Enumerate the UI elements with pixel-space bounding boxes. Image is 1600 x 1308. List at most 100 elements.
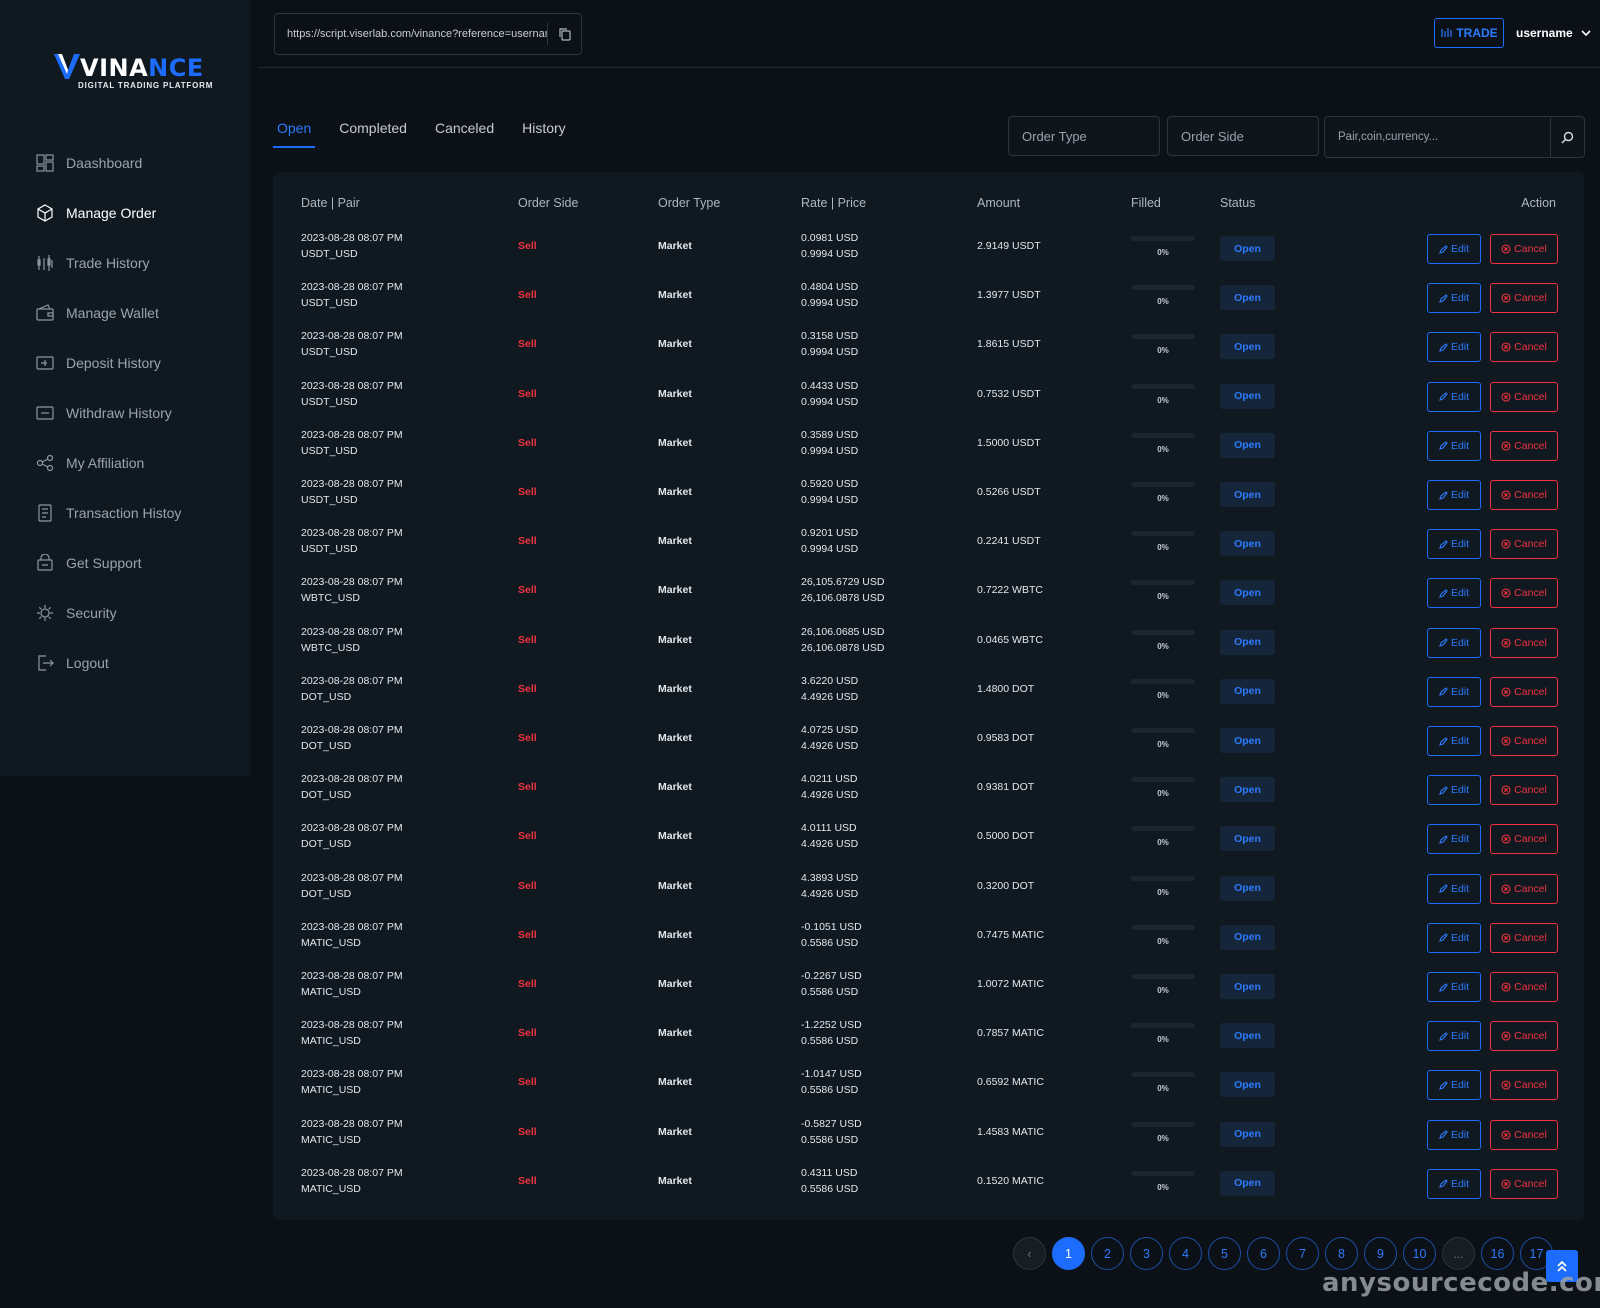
brand-logo[interactable]: VINANCE DIGITAL TRADING PLATFORM	[54, 52, 213, 90]
order-pair: WBTC_USD	[301, 641, 360, 654]
pagination-page-8[interactable]: 8	[1325, 1237, 1358, 1270]
pagination-page-6[interactable]: 6	[1247, 1237, 1280, 1270]
edit-button[interactable]: Edit	[1427, 430, 1481, 461]
cancel-button[interactable]: Cancel	[1490, 627, 1558, 658]
edit-button[interactable]: Edit	[1427, 578, 1481, 609]
sidebar-item-manage-wallet[interactable]: Manage Wallet	[0, 288, 250, 338]
order-price: 0.9994 USD	[801, 494, 859, 506]
pagination-page-3[interactable]: 3	[1130, 1237, 1163, 1270]
table-row: 2023-08-28 08:07 PM USDT_USD Sell Market 0.4…	[273, 273, 1584, 322]
cancel-button[interactable]: Cancel	[1490, 676, 1558, 707]
edit-button[interactable]: Edit	[1427, 873, 1481, 904]
edit-button[interactable]: Edit	[1427, 332, 1481, 363]
cancel-button[interactable]: Cancel	[1490, 922, 1558, 953]
sidebar-item-my-affiliation[interactable]: My Affiliation	[0, 438, 250, 488]
copy-button[interactable]	[547, 23, 581, 45]
edit-button[interactable]: Edit	[1427, 1168, 1481, 1199]
edit-label: Edit	[1450, 1177, 1470, 1190]
cancel-button[interactable]: Cancel	[1490, 283, 1558, 314]
date-pair-cell: 2023-08-28 08:07 PM DOT_USD	[301, 673, 403, 705]
user-menu[interactable]: username	[1516, 26, 1591, 40]
pagination-page-7[interactable]: 7	[1286, 1237, 1319, 1270]
filled-percent: 0%	[1157, 690, 1169, 700]
cancel-button[interactable]: Cancel	[1490, 1168, 1558, 1199]
order-date: 2023-08-28 08:07 PM	[301, 920, 403, 933]
edit-button[interactable]: Edit	[1427, 922, 1481, 953]
pagination-page-9[interactable]: 9	[1364, 1237, 1397, 1270]
sidebar-item-deposit-history[interactable]: Deposit History	[0, 338, 250, 388]
sidebar-item-trade-history[interactable]: Trade History	[0, 238, 250, 288]
cancel-button[interactable]: Cancel	[1490, 873, 1558, 904]
tab-completed[interactable]: Completed	[335, 112, 411, 148]
sidebar-item-security[interactable]: Security	[0, 588, 250, 638]
pair-search-input[interactable]	[1325, 117, 1550, 157]
edit-button[interactable]: Edit	[1427, 676, 1481, 707]
cancel-button[interactable]: Cancel	[1490, 1070, 1558, 1101]
table-row: 2023-08-28 08:07 PM USDT_USD Sell Market 0.3…	[273, 322, 1584, 371]
order-amount: 0.7222 WBTC	[977, 584, 1043, 597]
order-price: 0.5586 USD	[801, 936, 859, 949]
tab-canceled[interactable]: Canceled	[431, 112, 498, 148]
edit-button[interactable]: Edit	[1427, 775, 1481, 806]
cancel-button[interactable]: Cancel	[1490, 726, 1558, 756]
sidebar-item-get-support[interactable]: Get Support	[0, 538, 250, 588]
cancel-button[interactable]: Cancel	[1490, 332, 1558, 363]
cancel-label: Cancel	[1514, 882, 1547, 895]
filled-percent: 0%	[1157, 592, 1169, 602]
progress-bar	[1131, 1121, 1195, 1127]
order-type: Market	[658, 584, 692, 597]
cancel-button[interactable]: Cancel	[1490, 480, 1558, 510]
edit-button[interactable]: Edit	[1427, 480, 1481, 510]
cancel-button[interactable]: Cancel	[1490, 529, 1558, 560]
edit-button[interactable]: Edit	[1427, 824, 1481, 855]
cancel-button[interactable]: Cancel	[1490, 824, 1558, 855]
edit-button[interactable]: Edit	[1427, 283, 1481, 314]
sidebar-item-logout[interactable]: Logout	[0, 638, 250, 688]
cancel-button[interactable]: Cancel	[1490, 1119, 1558, 1150]
pagination-prev-button[interactable]: ‹	[1013, 1237, 1046, 1270]
status-badge: Open	[1220, 432, 1275, 458]
pagination-page-2[interactable]: 2	[1091, 1237, 1124, 1270]
order-side: Sell	[518, 240, 537, 252]
pagination-page-16[interactable]: 16	[1481, 1237, 1514, 1270]
sidebar-item-manage-order[interactable]: Manage Order	[0, 188, 250, 238]
tab-open[interactable]: Open	[273, 112, 316, 148]
edit-button[interactable]: Edit	[1427, 1119, 1481, 1150]
referral-url-input[interactable]	[275, 14, 547, 54]
pagination-page-4[interactable]: 4	[1169, 1237, 1202, 1270]
rate-price-cell: -1.2252 USD 0.5586 USD	[801, 1017, 862, 1049]
order-rate: -0.5827 USD	[801, 1117, 862, 1130]
edit-button[interactable]: Edit	[1427, 726, 1481, 756]
cancel-button[interactable]: Cancel	[1490, 1021, 1558, 1052]
tab-history[interactable]: History	[518, 112, 570, 148]
cancel-button[interactable]: Cancel	[1490, 234, 1558, 264]
cancel-button[interactable]: Cancel	[1490, 775, 1558, 806]
cancel-button[interactable]: Cancel	[1490, 430, 1558, 461]
edit-button[interactable]: Edit	[1427, 381, 1481, 412]
edit-button[interactable]: Edit	[1427, 1070, 1481, 1101]
copy-icon	[558, 28, 571, 41]
pair-search-button[interactable]	[1550, 117, 1584, 157]
cancel-button[interactable]: Cancel	[1490, 381, 1558, 412]
candlestick-icon	[36, 254, 54, 272]
pagination-page-1[interactable]: 1	[1052, 1237, 1085, 1270]
pagination-page-5[interactable]: 5	[1208, 1237, 1241, 1270]
status-badge: Open	[1220, 580, 1275, 606]
sidebar-item-transaction-histoy[interactable]: Transaction Histoy	[0, 488, 250, 538]
sidebar-item-withdraw-history[interactable]: Withdraw History	[0, 388, 250, 438]
cancel-button[interactable]: Cancel	[1490, 578, 1558, 609]
status-badge: Open	[1220, 1072, 1275, 1098]
pagination-page-10[interactable]: 10	[1403, 1237, 1436, 1270]
edit-button[interactable]: Edit	[1427, 1021, 1481, 1052]
edit-button[interactable]: Edit	[1427, 529, 1481, 560]
cancel-label: Cancel	[1514, 292, 1547, 305]
filled-percent: 0%	[1157, 936, 1169, 946]
table-row: 2023-08-28 08:07 PM DOT_USD Sell Market 4.02…	[273, 765, 1584, 814]
edit-button[interactable]: Edit	[1427, 234, 1481, 264]
cancel-button[interactable]: Cancel	[1490, 972, 1558, 1002]
edit-button[interactable]: Edit	[1427, 972, 1481, 1002]
sidebar-item-daashboard[interactable]: Daashboard	[0, 138, 250, 188]
pencil-icon	[1439, 933, 1448, 943]
edit-button[interactable]: Edit	[1427, 627, 1481, 658]
trade-button[interactable]: TRADE	[1434, 18, 1504, 48]
